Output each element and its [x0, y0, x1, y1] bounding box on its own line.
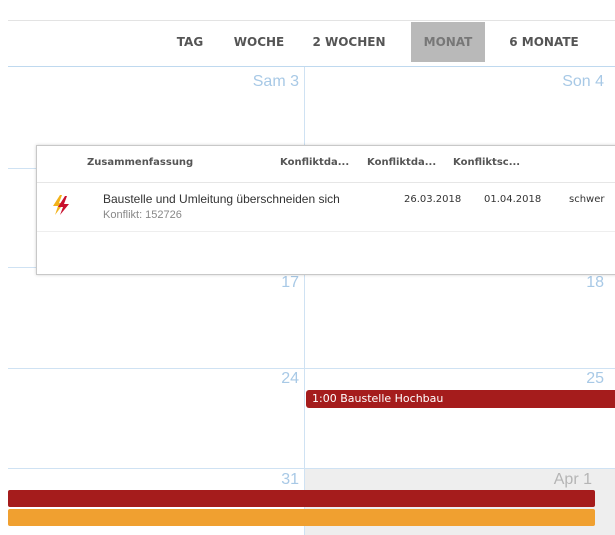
column-conflict-severity-header[interactable]: Konfliktsc... [453, 157, 520, 168]
view-two-weeks-button[interactable]: 2 WOCHEN [308, 22, 390, 62]
conflict-popup: Zusammenfassung Konfliktda... Konfliktda… [36, 145, 615, 275]
day-number-18[interactable]: 18 [484, 274, 604, 292]
day-number-24[interactable]: 24 [179, 370, 299, 388]
week-divider [8, 468, 615, 469]
view-month-button[interactable]: MONAT [411, 22, 485, 62]
day-number-25[interactable]: 25 [484, 370, 604, 388]
column-conflict-start-header[interactable]: Konfliktda... [280, 157, 349, 168]
day-number-sun-4[interactable]: Son 4 [484, 73, 604, 91]
week-divider [8, 368, 615, 369]
conflict-table-header: Zusammenfassung Konfliktda... Konfliktda… [37, 146, 615, 183]
day-number-sat-3[interactable]: Sam 3 [179, 73, 299, 91]
view-switcher: TAG WOCHE 2 WOCHEN MONAT 6 MONATE [8, 20, 615, 66]
conflict-id: Konflikt: 152726 [103, 209, 182, 221]
month-calendar: Sam 3 Son 4 17 18 24 25 31 Apr 1 1:00 Ba… [8, 66, 615, 535]
lightning-conflict-icon [53, 195, 69, 215]
event-baustelle-hochbau[interactable]: 1:00 Baustelle Hochbau [306, 390, 615, 408]
day-number-apr-1[interactable]: Apr 1 [472, 471, 592, 489]
conflict-summary: Baustelle und Umleitung überschneiden si… [103, 192, 340, 206]
day-number-17[interactable]: 17 [179, 274, 299, 292]
column-summary-header[interactable]: Zusammenfassung [87, 157, 193, 168]
conflict-severity: schwer [569, 194, 605, 205]
multi-day-event-bar-red[interactable] [8, 490, 595, 507]
day-number-31[interactable]: 31 [179, 471, 299, 489]
view-six-months-button[interactable]: 6 MONATE [501, 22, 587, 62]
column-conflict-end-header[interactable]: Konfliktda... [367, 157, 436, 168]
view-week-button[interactable]: WOCHE [230, 22, 288, 62]
multi-day-event-bar-orange[interactable] [8, 509, 595, 526]
conflict-start-date: 26.03.2018 [404, 194, 462, 205]
conflict-row[interactable]: Baustelle und Umleitung überschneiden si… [37, 183, 615, 232]
view-day-button[interactable]: TAG [167, 22, 213, 62]
conflict-end-date: 01.04.2018 [484, 194, 542, 205]
column-divider [304, 67, 305, 535]
